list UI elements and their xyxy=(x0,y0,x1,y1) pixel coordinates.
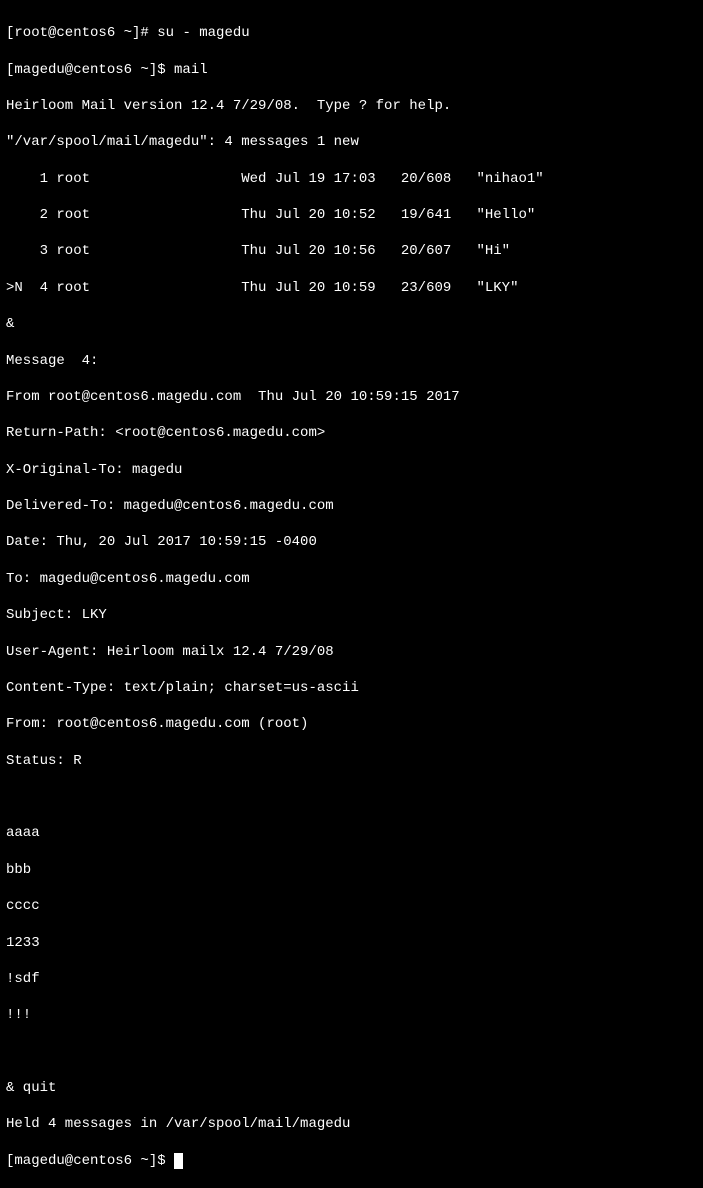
held-message: Held 4 messages in /var/spool/mail/maged… xyxy=(6,1115,697,1133)
command-su: su - magedu xyxy=(157,25,249,41)
mailbox-info: "/var/spool/mail/magedu": 4 messages 1 n… xyxy=(6,133,697,151)
terminal-output: [root@centos6 ~]# su - magedu [magedu@ce… xyxy=(6,6,697,1188)
body-line-1: aaaa xyxy=(6,824,697,842)
from-header-2: From: root@centos6.magedu.com (root) xyxy=(6,715,697,733)
message-row-3[interactable]: 3 root Thu Jul 20 10:56 20/607 "Hi" xyxy=(6,242,697,260)
root-prompt[interactable]: [root@centos6 ~]# xyxy=(6,25,157,41)
body-line-4: 1233 xyxy=(6,934,697,952)
mail-prompt-amp[interactable]: & xyxy=(6,315,697,333)
status-header: Status: R xyxy=(6,752,697,770)
body-line-3: cccc xyxy=(6,897,697,915)
blank-line-2 xyxy=(6,1043,697,1061)
body-line-6: !!! xyxy=(6,1006,697,1024)
subject-header: Subject: LKY xyxy=(6,606,697,624)
message-row-2[interactable]: 2 root Thu Jul 20 10:52 19/641 "Hello" xyxy=(6,206,697,224)
body-line-2: bbb xyxy=(6,861,697,879)
to-header: To: magedu@centos6.magedu.com xyxy=(6,570,697,588)
cursor-icon[interactable] xyxy=(174,1153,183,1169)
x-original-to: X-Original-To: magedu xyxy=(6,461,697,479)
mail-version: Heirloom Mail version 12.4 7/29/08. Type… xyxy=(6,97,697,115)
user-prompt-final[interactable]: [magedu@centos6 ~]$ xyxy=(6,1153,174,1169)
command-mail: mail xyxy=(174,62,208,78)
delivered-to: Delivered-To: magedu@centos6.magedu.com xyxy=(6,497,697,515)
message-row-1[interactable]: 1 root Wed Jul 19 17:03 20/608 "nihao1" xyxy=(6,170,697,188)
return-path: Return-Path: <root@centos6.magedu.com> xyxy=(6,424,697,442)
blank-line-1 xyxy=(6,788,697,806)
content-type-header: Content-Type: text/plain; charset=us-asc… xyxy=(6,679,697,697)
date-header: Date: Thu, 20 Jul 2017 10:59:15 -0400 xyxy=(6,533,697,551)
body-line-5: !sdf xyxy=(6,970,697,988)
user-agent-header: User-Agent: Heirloom mailx 12.4 7/29/08 xyxy=(6,643,697,661)
prompt-line-root: [root@centos6 ~]# su - magedu xyxy=(6,24,697,42)
final-prompt-line: [magedu@centos6 ~]$ xyxy=(6,1152,697,1170)
prompt-line-user: [magedu@centos6 ~]$ mail xyxy=(6,61,697,79)
quit-command[interactable]: & quit xyxy=(6,1079,697,1097)
message-row-4[interactable]: >N 4 root Thu Jul 20 10:59 23/609 "LKY" xyxy=(6,279,697,297)
user-prompt[interactable]: [magedu@centos6 ~]$ xyxy=(6,62,174,78)
from-line: From root@centos6.magedu.com Thu Jul 20 … xyxy=(6,388,697,406)
message-header: Message 4: xyxy=(6,352,697,370)
